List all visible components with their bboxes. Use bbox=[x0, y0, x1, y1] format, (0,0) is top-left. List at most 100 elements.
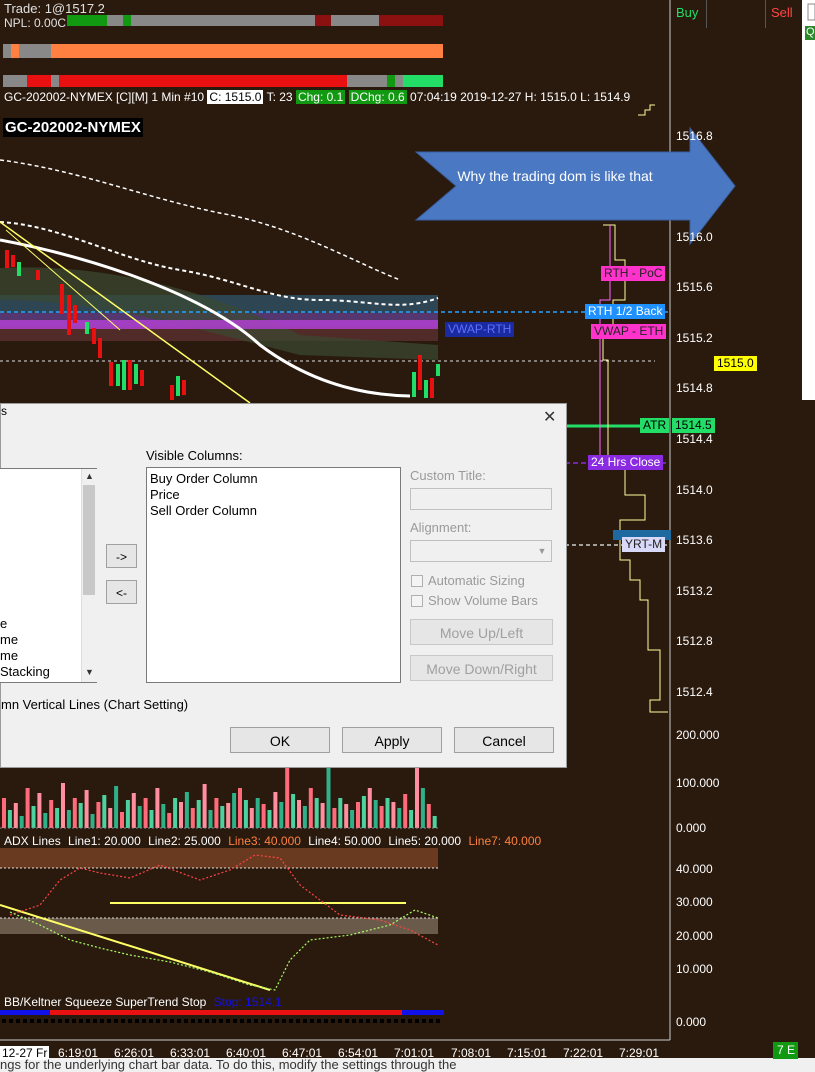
custom-title-input[interactable] bbox=[410, 488, 552, 510]
volume-bar bbox=[19, 816, 24, 828]
move-down-button[interactable]: Move Down/Right bbox=[410, 655, 553, 681]
close-24h-tag: 24 Hrs Close bbox=[588, 455, 664, 470]
dialog-title: s bbox=[1, 404, 7, 418]
volume-bar bbox=[131, 793, 136, 828]
chevron-down-icon[interactable]: ▼ bbox=[535, 544, 549, 558]
remove-column-button[interactable]: <- bbox=[106, 580, 137, 604]
visible-columns-label: Visible Columns: bbox=[146, 448, 243, 463]
list-item[interactable]: Sell Order Column bbox=[150, 503, 397, 519]
volume-bar bbox=[279, 802, 284, 828]
volume-bar bbox=[161, 804, 166, 828]
visible-columns-list[interactable]: Buy Order Column Price Sell Order Column bbox=[146, 467, 401, 683]
volume-bars bbox=[2, 758, 437, 828]
volume-bar bbox=[391, 802, 396, 828]
volume-bar bbox=[344, 804, 349, 828]
price-tick: 1514.4 bbox=[676, 432, 713, 446]
scroll-thumb[interactable] bbox=[83, 485, 95, 595]
volume-bar bbox=[66, 810, 71, 828]
adx-tick: 10.000 bbox=[676, 962, 713, 976]
show-volume-bars-checkbox[interactable] bbox=[411, 595, 423, 607]
price-tick: 1516.8 bbox=[676, 129, 713, 143]
volume-bar bbox=[149, 810, 154, 828]
list-item[interactable]: Buy Order Column bbox=[150, 471, 397, 487]
volume-bar bbox=[120, 812, 124, 828]
volume-bar bbox=[297, 800, 301, 828]
volume-bar bbox=[190, 808, 195, 828]
adx-tick: 30.000 bbox=[676, 895, 713, 909]
volume-bar bbox=[31, 806, 36, 828]
list-item[interactable]: me bbox=[0, 648, 50, 664]
volume-bar bbox=[308, 788, 313, 828]
available-columns-list[interactable]: ▲ ▼ e me me Stacking bbox=[0, 468, 97, 683]
volume-bar bbox=[373, 800, 378, 828]
volume-bar bbox=[261, 804, 266, 828]
atr-value-tag: 1514.5 bbox=[672, 418, 715, 433]
ok-button[interactable]: OK bbox=[230, 727, 330, 753]
volume-bar bbox=[249, 808, 254, 828]
volume-bar bbox=[255, 798, 260, 828]
trade-line: Trade: 1@1517.2 bbox=[4, 1, 105, 16]
volume-bar bbox=[108, 808, 113, 828]
volume-bar bbox=[426, 804, 431, 828]
adx-line7: Line7: 40.000 bbox=[468, 834, 542, 848]
close-icon[interactable]: ✕ bbox=[543, 407, 556, 427]
volume-bar bbox=[385, 798, 390, 828]
list-item[interactable]: e bbox=[0, 616, 50, 632]
alignment-select[interactable]: ▼ bbox=[410, 540, 552, 562]
volume-bar bbox=[2, 798, 6, 828]
list-item[interactable]: me bbox=[0, 632, 50, 648]
custom-title-label: Custom Title: bbox=[410, 468, 486, 483]
volume-bar bbox=[55, 808, 60, 828]
volume-bar bbox=[379, 806, 384, 828]
volume-bar bbox=[184, 792, 189, 828]
vwap-eth-tag: VWAP - ETH bbox=[591, 324, 667, 339]
volume-bar bbox=[114, 786, 119, 828]
volume-bar bbox=[226, 803, 231, 828]
volume-bar bbox=[7, 810, 12, 828]
list-item[interactable]: Price bbox=[150, 487, 397, 503]
chart-header: GC-202002-NYMEX [C][M] 1 Min #10 C: 1515… bbox=[4, 90, 630, 104]
volume-bar bbox=[350, 810, 355, 828]
alignment-label: Alignment: bbox=[410, 520, 472, 535]
volume-bar bbox=[267, 810, 272, 828]
price-tick: 1513.6 bbox=[676, 533, 713, 547]
dom-sell-header[interactable]: Sell bbox=[771, 5, 793, 20]
scroll-up-icon[interactable]: ▲ bbox=[85, 471, 94, 481]
price-tick: 1512.4 bbox=[676, 685, 713, 699]
adx-line5: Line5: 20.000 bbox=[388, 834, 462, 848]
squeeze-title: BB/Keltner Squeeze SuperTrend Stop bbox=[4, 995, 207, 1009]
dom-buy-header[interactable]: Buy bbox=[676, 5, 698, 20]
volume-bar bbox=[415, 768, 419, 828]
vertical-lines-label: mn Vertical Lines (Chart Setting) bbox=[1, 697, 189, 712]
list-item[interactable]: Stacking bbox=[0, 664, 50, 680]
scroll-down-icon[interactable]: ▼ bbox=[85, 667, 94, 677]
volume-bar bbox=[314, 798, 319, 828]
volume-tick: 200.000 bbox=[676, 728, 720, 742]
vwap-rth-tag: VWAP-RTH bbox=[445, 322, 515, 337]
current-price-tag: 1515.0 bbox=[714, 356, 757, 371]
volume-bar bbox=[291, 794, 296, 828]
volume-bar bbox=[420, 788, 425, 828]
volume-bar bbox=[167, 813, 172, 828]
cancel-button[interactable]: Cancel bbox=[454, 727, 554, 753]
npl-line: NPL: 0.00C bbox=[4, 16, 67, 30]
price-tick: 1513.2 bbox=[676, 584, 713, 598]
move-up-button[interactable]: Move Up/Left bbox=[410, 619, 553, 645]
dchg-value: DChg: 0.6 bbox=[348, 90, 407, 104]
volume-bar bbox=[37, 793, 42, 828]
add-column-button[interactable]: -> bbox=[106, 544, 137, 568]
volume-bar bbox=[125, 800, 130, 828]
volume-bar bbox=[208, 810, 213, 828]
volume-bar bbox=[90, 814, 95, 828]
automatic-sizing-checkbox[interactable] bbox=[411, 575, 423, 587]
volume-bar bbox=[78, 803, 83, 828]
volume-bar bbox=[361, 796, 366, 828]
atr-tag: ATR bbox=[640, 418, 670, 433]
volume-bar bbox=[84, 790, 89, 828]
price-tick: 1515.6 bbox=[676, 280, 713, 294]
available-list-items: e me me Stacking bbox=[0, 616, 50, 680]
volume-bar bbox=[302, 806, 307, 828]
available-list-scrollbar[interactable]: ▲ ▼ bbox=[81, 469, 97, 682]
apply-button[interactable]: Apply bbox=[342, 727, 442, 753]
volume-bar bbox=[96, 802, 101, 828]
